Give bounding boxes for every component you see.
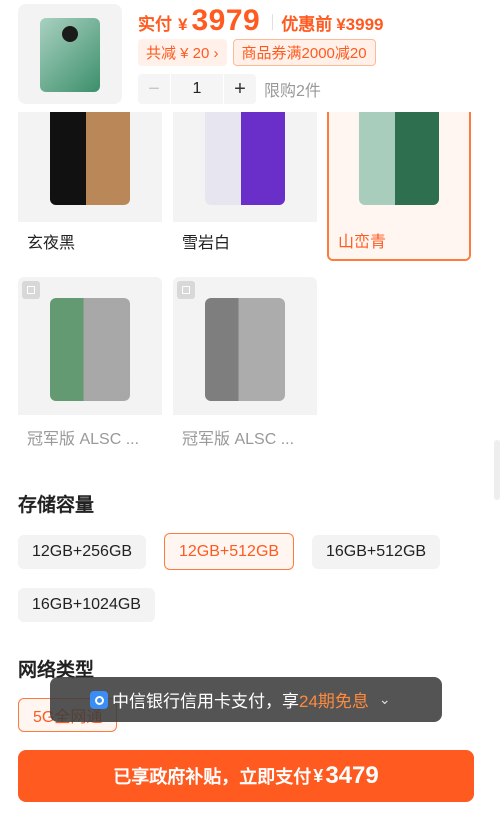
color-option-black[interactable]: 玄夜黑: [18, 105, 162, 260]
cta-currency: ¥: [313, 765, 324, 786]
color-option-champion-1[interactable]: 冠军版 ALSC ...: [18, 277, 162, 459]
increase-quantity-button[interactable]: +: [224, 74, 256, 104]
color-option-label: 冠军版 ALSC ...: [18, 415, 162, 459]
quantity-row: − 1 + 限购2件: [138, 74, 321, 104]
total-discount-tag[interactable]: 共减 ¥ 20 ›: [138, 39, 227, 66]
phone-image: [205, 298, 285, 401]
color-option-label: 冠军版 ALSC ...: [173, 415, 317, 459]
pay-label: 实付: [138, 15, 172, 34]
storage-option-16-1024[interactable]: 16GB+1024GB: [18, 588, 155, 622]
color-option-champion-2[interactable]: 冠军版 ALSC ...: [173, 277, 317, 459]
pay-now-label: 已享政府补贴，立即支付: [113, 767, 312, 787]
cta-amount: 3479: [325, 762, 379, 789]
scrollbar[interactable]: [494, 440, 500, 500]
storage-option-12-512[interactable]: 12GB+512GB: [164, 533, 295, 570]
bank-card-icon: [90, 691, 108, 709]
original-price: ¥3999: [336, 15, 384, 34]
color-option-label: 玄夜黑: [18, 222, 162, 260]
price-row: 实付 ¥ 3979 优惠前 ¥3999: [138, 4, 384, 37]
phone-image: [359, 107, 439, 205]
price-divider: [272, 14, 274, 30]
installment-toast[interactable]: 中信银行信用卡支付，享24期免息 ⌄: [50, 677, 442, 722]
phone-image: [50, 105, 130, 205]
original-price-label: 优惠前: [281, 15, 333, 34]
zoom-icon[interactable]: [22, 281, 40, 299]
chevron-down-icon[interactable]: ⌄: [379, 691, 391, 708]
quantity-input[interactable]: 1: [170, 74, 224, 104]
storage-option-12-256[interactable]: 12GB+256GB: [18, 535, 147, 569]
zoom-icon[interactable]: [177, 281, 195, 299]
color-option-white[interactable]: 雪岩白: [173, 105, 317, 260]
currency-symbol: ¥: [178, 15, 188, 34]
product-thumbnail: [18, 4, 122, 104]
order-summary-header: 实付 ¥ 3979 优惠前 ¥3999 共减 ¥ 20 › 商品券满2000减2…: [0, 0, 500, 112]
pay-amount: 3979: [191, 4, 261, 37]
storage-section-title: 存储容量: [18, 495, 95, 516]
phone-image: [50, 298, 130, 401]
color-option-label: 山峦青: [329, 221, 469, 259]
coupon-tag[interactable]: 商品券满2000减20: [232, 39, 376, 66]
quantity-stepper: − 1 +: [138, 74, 256, 104]
color-option-green[interactable]: 山峦青: [327, 105, 471, 261]
decrease-quantity-button[interactable]: −: [138, 74, 170, 104]
toast-text: 中信银行信用卡支付，享24期免息: [112, 692, 369, 711]
pay-now-button[interactable]: 已享政府补贴，立即支付 ¥ 3479: [18, 750, 474, 802]
storage-option-16-512[interactable]: 16GB+512GB: [312, 535, 441, 569]
color-option-label: 雪岩白: [173, 222, 317, 260]
phone-image: [205, 105, 285, 205]
purchase-limit: 限购2件: [264, 83, 321, 100]
promo-tags: 共减 ¥ 20 › 商品券满2000减20: [138, 39, 376, 66]
